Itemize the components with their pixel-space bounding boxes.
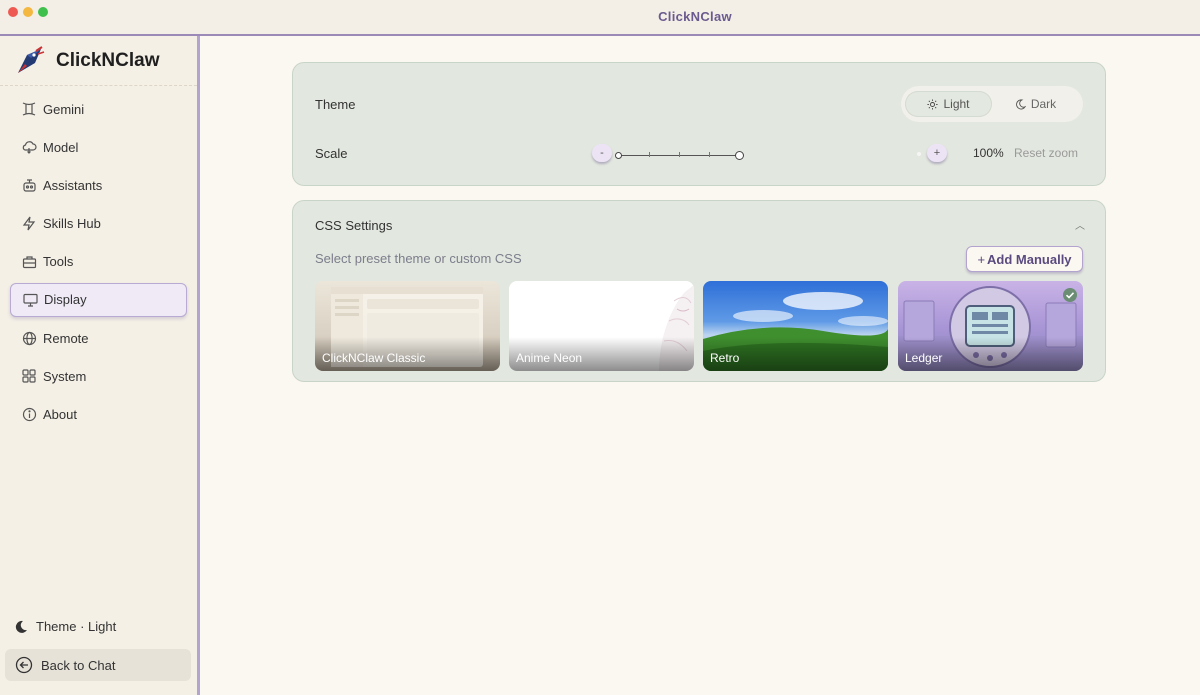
plus-icon: + — [977, 251, 986, 267]
sidebar-nav: Gemini Model Assistants Skills Hub Tools — [10, 92, 187, 436]
robot-icon — [21, 177, 37, 193]
sidebar-item-system[interactable]: System — [10, 359, 187, 393]
rocket-logo-icon — [18, 46, 45, 73]
sidebar: ClickNClaw Gemini Model Assistants Skill… — [0, 36, 200, 695]
sidebar-item-label: Gemini — [43, 101, 85, 117]
sidebar-item-model[interactable]: Model — [10, 130, 187, 164]
info-icon — [21, 407, 37, 423]
back-to-chat-button[interactable]: Back to Chat — [5, 649, 191, 681]
window-title: ClickNClaw — [658, 9, 732, 24]
sidebar-item-skills-hub[interactable]: Skills Hub — [10, 207, 187, 241]
sidebar-item-label: Tools — [43, 254, 74, 270]
preset-label: ClickNClaw Classic — [315, 337, 500, 371]
monitor-icon — [22, 292, 38, 308]
slider-tick — [709, 152, 710, 157]
sidebar-item-remote[interactable]: Remote — [10, 321, 187, 355]
lightning-icon — [21, 216, 37, 232]
sidebar-item-label: Remote — [43, 330, 89, 346]
theme-option-label: Dark — [1030, 97, 1057, 111]
sidebar-item-label: Skills Hub — [43, 216, 101, 232]
sidebar-item-assistants[interactable]: Assistants — [10, 168, 187, 202]
cloud-icon — [21, 139, 37, 155]
css-settings-card: CSS Settings ︿ Select preset theme or cu… — [292, 200, 1106, 382]
theme-status-label: Theme · Light — [36, 619, 117, 634]
sidebar-item-gemini[interactable]: Gemini — [10, 92, 187, 126]
moon-icon — [1015, 98, 1026, 109]
preset-card-ledger[interactable]: Ledger — [898, 281, 1083, 371]
slider-dot — [917, 152, 921, 156]
chevron-up-icon[interactable]: ︿ — [1075, 217, 1085, 232]
sun-icon — [927, 98, 939, 110]
slider-handle[interactable] — [735, 151, 744, 160]
preset-label: Ledger — [898, 337, 1083, 371]
theme-label: Theme — [315, 97, 356, 112]
preset-list: ClickNClaw Classic Anime Neon Retro Ledg… — [315, 281, 1083, 371]
brand: ClickNClaw — [14, 44, 159, 78]
brand-divider — [0, 85, 197, 86]
css-settings-title: CSS Settings — [315, 218, 393, 233]
theme-toggle: Light Dark — [901, 86, 1083, 122]
scale-slider[interactable] — [615, 151, 744, 161]
moon-icon — [15, 620, 27, 633]
globe-icon — [21, 330, 37, 346]
preset-card-retro[interactable]: Retro — [703, 281, 888, 371]
sidebar-item-about[interactable]: About — [10, 398, 187, 432]
preset-card-anime-neon[interactable]: Anime Neon — [509, 281, 694, 371]
toolbox-icon — [21, 254, 37, 270]
zoom-in-button[interactable]: + — [927, 144, 947, 162]
slider-track — [620, 155, 741, 156]
theme-option-light[interactable]: Light — [905, 91, 992, 117]
zoom-out-button[interactable]: - — [592, 144, 612, 162]
grid-icon — [21, 368, 37, 384]
sidebar-item-label: Display — [44, 292, 87, 308]
preset-card-classic[interactable]: ClickNClaw Classic — [315, 281, 500, 371]
title-bar: ClickNClaw — [0, 0, 1200, 36]
arrow-left-circle-icon — [15, 656, 33, 674]
selected-check-icon — [1063, 288, 1077, 302]
sidebar-item-label: About — [43, 407, 77, 422]
scale-label: Scale — [315, 146, 348, 161]
sidebar-item-tools[interactable]: Tools — [10, 245, 187, 279]
back-to-chat-label: Back to Chat — [41, 657, 116, 673]
theme-option-dark[interactable]: Dark — [992, 91, 1079, 117]
slider-tick — [679, 152, 680, 157]
sidebar-item-label: System — [43, 368, 87, 384]
zoom-value: 100% — [973, 146, 1004, 160]
sidebar-item-label: Model — [43, 139, 79, 155]
preset-label: Retro — [703, 337, 888, 371]
slider-tick — [649, 152, 650, 157]
theme-status[interactable]: Theme · Light — [14, 619, 116, 634]
theme-scale-card: Theme Light Dark Scale - + 100% Reset zo… — [292, 62, 1106, 186]
sidebar-item-label: Assistants — [43, 177, 103, 193]
slider-start-marker — [615, 152, 622, 159]
css-settings-subtitle: Select preset theme or custom CSS — [315, 251, 522, 266]
brand-name: ClickNClaw — [56, 50, 160, 71]
add-manually-button[interactable]: + Add Manually — [966, 246, 1083, 272]
preset-label: Anime Neon — [509, 337, 694, 371]
theme-option-label: Light — [943, 97, 970, 111]
add-manually-label: Add Manually — [987, 251, 1072, 267]
gemini-icon — [21, 101, 37, 117]
reset-zoom-link[interactable]: Reset zoom — [1014, 146, 1078, 160]
sidebar-item-display[interactable]: Display — [10, 282, 187, 317]
